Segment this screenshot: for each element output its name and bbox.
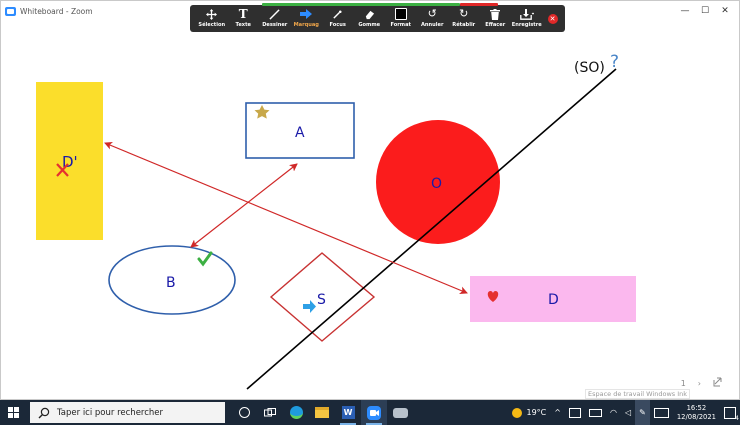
label-a[interactable]: A [295,125,305,141]
search-placeholder: Taper ici pour rechercher [57,407,164,418]
redo-icon: ↻ [459,7,469,20]
zoom-icon [367,405,381,420]
ink-workspace-label: Espace de travail Windows Ink [585,389,691,399]
ink-app[interactable] [387,400,413,425]
text-icon: T [238,7,248,21]
weather-temperature: 19°C [526,408,547,417]
cortana-icon [238,407,250,418]
pen-icon [268,8,282,20]
tool-dessiner[interactable]: Dessiner [259,5,291,32]
tool-gomme[interactable]: Gomme [354,5,386,32]
task-view-icon [264,407,276,416]
eraser-icon [362,8,376,20]
clock-date: 12/08/2021 [676,412,716,421]
tool-selection[interactable]: Sélection [196,5,228,32]
share-page-icon[interactable] [713,377,723,389]
edge-app[interactable] [283,400,309,425]
close-whiteboard-button[interactable]: ✕ [543,5,563,32]
label-d[interactable]: D [548,292,559,308]
next-page-button[interactable]: › [698,379,701,388]
file-explorer-icon [315,407,329,418]
label-so[interactable]: (SO) [574,60,605,76]
volume-button[interactable]: ◁ [621,400,635,425]
pen-workspace-icon: ✎ [639,408,646,417]
undo-icon: ↺ [427,7,437,20]
keyboard-icon [653,407,669,418]
label-s[interactable]: S [317,292,326,308]
clock-time: 16:52 [686,403,707,412]
tool-effacer[interactable]: Effacer [480,5,512,32]
touch-keyboard-button[interactable] [650,400,673,425]
edge-icon [289,406,303,419]
speaker-icon: ◁ [624,408,632,417]
line-so[interactable] [246,68,617,390]
chevron-up-icon: ^ [554,408,561,417]
toolbar-accent-green [262,3,460,6]
save-icon [519,8,534,20]
battery-icon [588,408,602,417]
page-navigator: 1 › [675,377,729,389]
arrow-stamp-tool-icon [299,8,313,20]
close-icon: ✕ [547,13,558,24]
arrow-stamp-icon[interactable] [303,300,316,313]
battery-button[interactable] [585,400,606,425]
check-stamp-icon[interactable] [197,251,213,267]
tool-format[interactable]: Format [385,5,417,32]
windows-logo-icon [7,407,19,418]
meet-now-button[interactable] [565,400,585,425]
page-number: 1 [680,378,686,388]
spotlight-icon [331,8,345,20]
label-o[interactable]: O [431,176,442,192]
network-button[interactable]: ◠ [606,400,621,425]
show-hidden-icons-button[interactable]: ^ [550,400,565,425]
wifi-icon: ◠ [609,408,617,417]
double-arrow-a-b[interactable] [190,163,298,248]
tool-annuler[interactable]: ↺ Annuler [417,5,449,32]
clock[interactable]: 16:52 12/08/2021 [673,400,720,425]
tool-focus[interactable]: Focus [322,5,354,32]
file-explorer-app[interactable] [309,400,335,425]
question-mark-label[interactable]: ? [610,52,619,72]
word-app[interactable]: W [335,400,361,425]
zoom-app[interactable] [361,400,387,425]
word-icon: W [341,406,355,419]
notification-center-button[interactable]: 4 [720,400,740,425]
tool-texte[interactable]: T Texte [228,5,260,32]
pen-workspace-button[interactable]: ✎ [635,400,650,425]
color-square-icon [394,8,408,20]
sun-icon [511,407,522,418]
label-b[interactable]: B [166,275,176,291]
start-button[interactable] [0,400,26,425]
search-icon [38,407,50,418]
tool-retablir[interactable]: ↻ Rétablir [448,5,480,32]
task-view-button[interactable] [257,400,283,425]
tool-enregistrer[interactable]: Enregistre [511,5,543,32]
ink-app-icon [392,407,408,418]
notification-count: 4 [735,415,739,422]
tool-marquag[interactable]: Marquag [291,5,323,32]
taskbar-search-box[interactable]: Taper ici pour rechercher [30,402,225,423]
trash-icon [488,8,502,20]
system-tray: 19°C ^ ◠ ◁ ✎ 16:52 12/08/2021 4 [508,400,740,425]
star-stamp-icon[interactable] [254,105,270,119]
whiteboard-toolbar: Sélection T Texte Dessiner Marquag Focus [190,3,565,32]
windows-taskbar: Taper ici pour rechercher W 19°C ^ ◠ ◁ ✎… [0,400,740,425]
zoom-whiteboard-window: Whiteboard - Zoom — ☐ ✕ D' A B O D S (SO… [0,0,740,400]
weather-widget[interactable]: 19°C [508,400,551,425]
camera-icon [568,407,581,418]
cortana-button[interactable] [231,400,257,425]
whiteboard-canvas[interactable]: D' A B O D S (SO) ? [1,1,740,401]
toolbar-accent-red [460,3,498,6]
move-icon [205,8,219,20]
